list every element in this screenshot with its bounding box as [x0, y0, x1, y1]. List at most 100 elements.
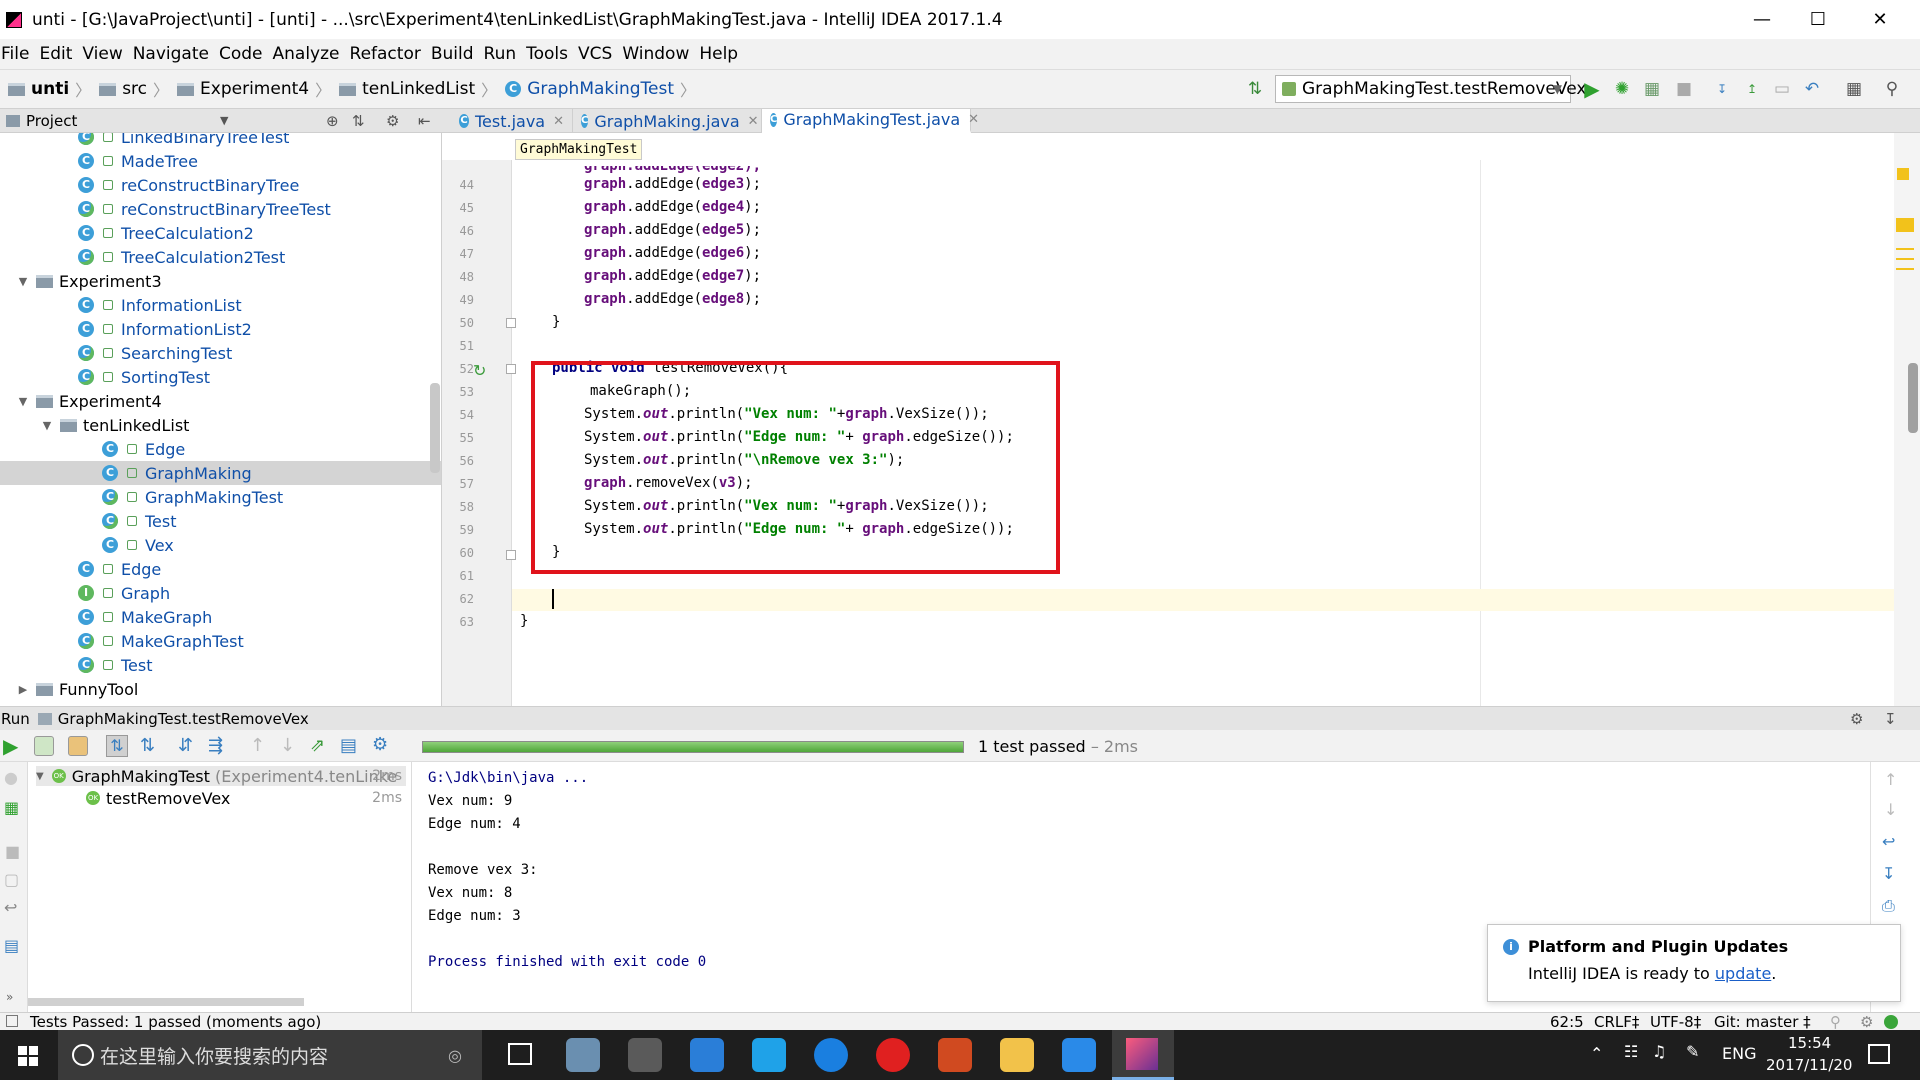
horizontal-scrollbar[interactable] — [28, 998, 304, 1006]
menu-code[interactable]: Code — [218, 44, 272, 64]
warning-marker[interactable] — [1896, 248, 1914, 250]
inspector-icon[interactable]: ⚙ — [1860, 1013, 1873, 1030]
project-tree-item[interactable]: ▼ Experiment4 — [0, 389, 441, 413]
project-tree-item[interactable]: C Vex — [0, 533, 441, 557]
run-icon[interactable]: ▶ — [1582, 79, 1602, 99]
breadcrumb-src[interactable]: src 〉 — [99, 77, 169, 101]
menu-run[interactable]: Run — [483, 44, 526, 64]
expand-all-icon[interactable]: ⇵ — [178, 735, 193, 756]
clock-time[interactable]: 15:54 — [1788, 1034, 1831, 1052]
export-icon[interactable]: ⇗ — [310, 735, 325, 756]
chevron-down-icon[interactable]: ▼ — [16, 395, 30, 408]
menu-build[interactable]: Build — [430, 44, 483, 64]
clock-date[interactable]: 2017/11/20 — [1766, 1056, 1852, 1074]
collapse-all-icon[interactable]: ⇅ — [352, 112, 365, 130]
build-icon[interactable]: ⇅ — [1245, 79, 1265, 99]
gear-icon[interactable]: ⚙ — [386, 112, 399, 130]
pen-icon[interactable]: ✎ — [1686, 1042, 1699, 1061]
tab-graphmakingtest-java[interactable]: C GraphMakingTest.java ✕ — [762, 109, 979, 133]
gear-icon[interactable]: ⚙ — [372, 734, 388, 755]
fold-marker[interactable] — [506, 550, 516, 560]
rerun-icon[interactable]: ▶ — [3, 734, 18, 758]
project-tree-item[interactable]: C SearchingTest — [0, 341, 441, 365]
taskbar-app-icon[interactable] — [566, 1038, 600, 1072]
action-center-icon[interactable] — [1868, 1044, 1890, 1064]
project-tree-item[interactable]: C InformationList2 — [0, 317, 441, 341]
tool-windows-icon[interactable] — [6, 1015, 18, 1027]
project-structure-icon[interactable]: ▦ — [1844, 79, 1864, 99]
menu-file[interactable]: File — [0, 44, 38, 64]
warning-marker[interactable] — [1896, 218, 1914, 232]
project-tree-item[interactable]: C GraphMaking — [0, 461, 441, 485]
close-icon[interactable]: ✕ — [553, 114, 564, 129]
taskbar-app-icon[interactable] — [628, 1038, 662, 1072]
vcs-update-icon[interactable]: ↧ — [1712, 79, 1732, 99]
chevron-down-icon[interactable]: ▼ — [220, 114, 228, 127]
taskbar-search[interactable]: 在这里输入你要搜索的内容 ◎ — [58, 1030, 482, 1080]
update-link[interactable]: update — [1715, 964, 1771, 983]
debug-icon[interactable]: ✺ — [1612, 79, 1632, 99]
maximize-button[interactable]: ☐ — [1790, 0, 1846, 39]
next-test-icon[interactable]: ↓ — [280, 735, 295, 756]
warning-marker[interactable] — [1896, 268, 1914, 270]
project-tree-item[interactable]: C GraphMakingTest — [0, 485, 441, 509]
menu-refactor[interactable]: Refactor — [349, 44, 430, 64]
project-tree-item[interactable]: C Edge — [0, 437, 441, 461]
sort-alphabetically-icon[interactable]: ⇅ — [106, 735, 128, 757]
minimize-button[interactable]: — — [1734, 0, 1790, 39]
project-tree-item[interactable]: CreConstructBinaryTree — [0, 173, 441, 197]
test-method-row[interactable]: OK testRemoveVex 2ms — [86, 788, 406, 808]
breadcrumb-experiment4[interactable]: Experiment4 〉 — [177, 77, 331, 101]
menu-navigate[interactable]: Navigate — [132, 44, 218, 64]
intellij-taskbar-button[interactable] — [1112, 1030, 1174, 1080]
print-icon[interactable]: ⎙ — [1882, 896, 1895, 916]
fold-marker[interactable] — [506, 318, 516, 328]
lock-icon[interactable]: ⚲ — [1830, 1013, 1841, 1030]
language-indicator[interactable]: ENG — [1722, 1044, 1756, 1063]
restore-layout-icon[interactable]: ▤ — [4, 936, 19, 955]
collapse-all-icon[interactable]: ⇶ — [208, 735, 223, 756]
exit-icon[interactable]: ↩ — [4, 898, 17, 917]
close-icon[interactable]: ✕ — [748, 114, 759, 129]
fold-marker[interactable] — [506, 364, 516, 374]
previous-test-icon[interactable]: ↑ — [250, 735, 265, 756]
stop-icon[interactable]: ■ — [1674, 79, 1694, 99]
soft-wrap-icon[interactable]: ↩ — [1882, 832, 1895, 851]
chevron-right-icon[interactable]: ▶ — [16, 683, 30, 696]
dump-threads-icon[interactable]: ▢ — [4, 870, 19, 889]
project-tree-item[interactable]: CreConstructBinaryTreeTest — [0, 197, 441, 221]
search-icon[interactable]: ⚲ — [1882, 79, 1902, 99]
taskbar-app-icon[interactable] — [752, 1038, 786, 1072]
project-tree-item[interactable]: C Test — [0, 509, 441, 533]
run-panel-config[interactable]: GraphMakingTest.testRemoveVex — [58, 710, 309, 728]
import-icon[interactable]: ▤ — [340, 735, 357, 756]
hide-panel-icon[interactable]: ↧ — [1884, 710, 1897, 728]
chevron-down-icon[interactable]: ▼ — [16, 275, 30, 288]
project-tree-item[interactable]: C MakeGraph — [0, 605, 441, 629]
project-tree-item[interactable]: ▶ FunnyTool — [0, 677, 441, 701]
microphone-icon[interactable]: ◎ — [448, 1046, 462, 1065]
project-tree-item[interactable]: C TreeCalculation2Test — [0, 245, 441, 269]
git-branch[interactable]: Git: master ‡ — [1714, 1013, 1811, 1030]
hide-pane-icon[interactable]: ⇤ — [418, 112, 431, 130]
menu-tools[interactable]: Tools — [525, 44, 577, 64]
menu-help[interactable]: Help — [698, 44, 747, 64]
up-icon[interactable]: ↑ — [1884, 770, 1897, 789]
project-tree-item[interactable]: I Graph — [0, 581, 441, 605]
taskbar-app-icon[interactable] — [876, 1038, 910, 1072]
taskbar-app-icon[interactable] — [814, 1038, 848, 1072]
project-tree-item[interactable]: ▼ Experiment3 — [0, 269, 441, 293]
file-explorer-icon[interactable] — [1000, 1038, 1034, 1072]
tab-graphmaking-java[interactable]: C GraphMaking.java ✕ — [573, 109, 762, 133]
project-tree-item[interactable]: C Test — [0, 653, 441, 677]
chevron-down-icon[interactable]: ▼ — [40, 419, 54, 432]
breadcrumb-tenlinkedlist[interactable]: tenLinkedList 〉 — [339, 77, 497, 101]
project-tree-scrollbar[interactable] — [430, 383, 440, 473]
gear-icon[interactable]: ⚙ — [1850, 710, 1863, 728]
sort-by-duration-icon[interactable]: ⇅ — [140, 735, 155, 756]
project-tree-item[interactable]: C InformationList — [0, 293, 441, 317]
project-tree-item[interactable]: C SortingTest — [0, 365, 441, 389]
show-ignored-icon[interactable] — [68, 736, 88, 756]
down-icon[interactable]: ↓ — [1884, 800, 1897, 819]
close-icon[interactable]: ✕ — [968, 112, 979, 127]
